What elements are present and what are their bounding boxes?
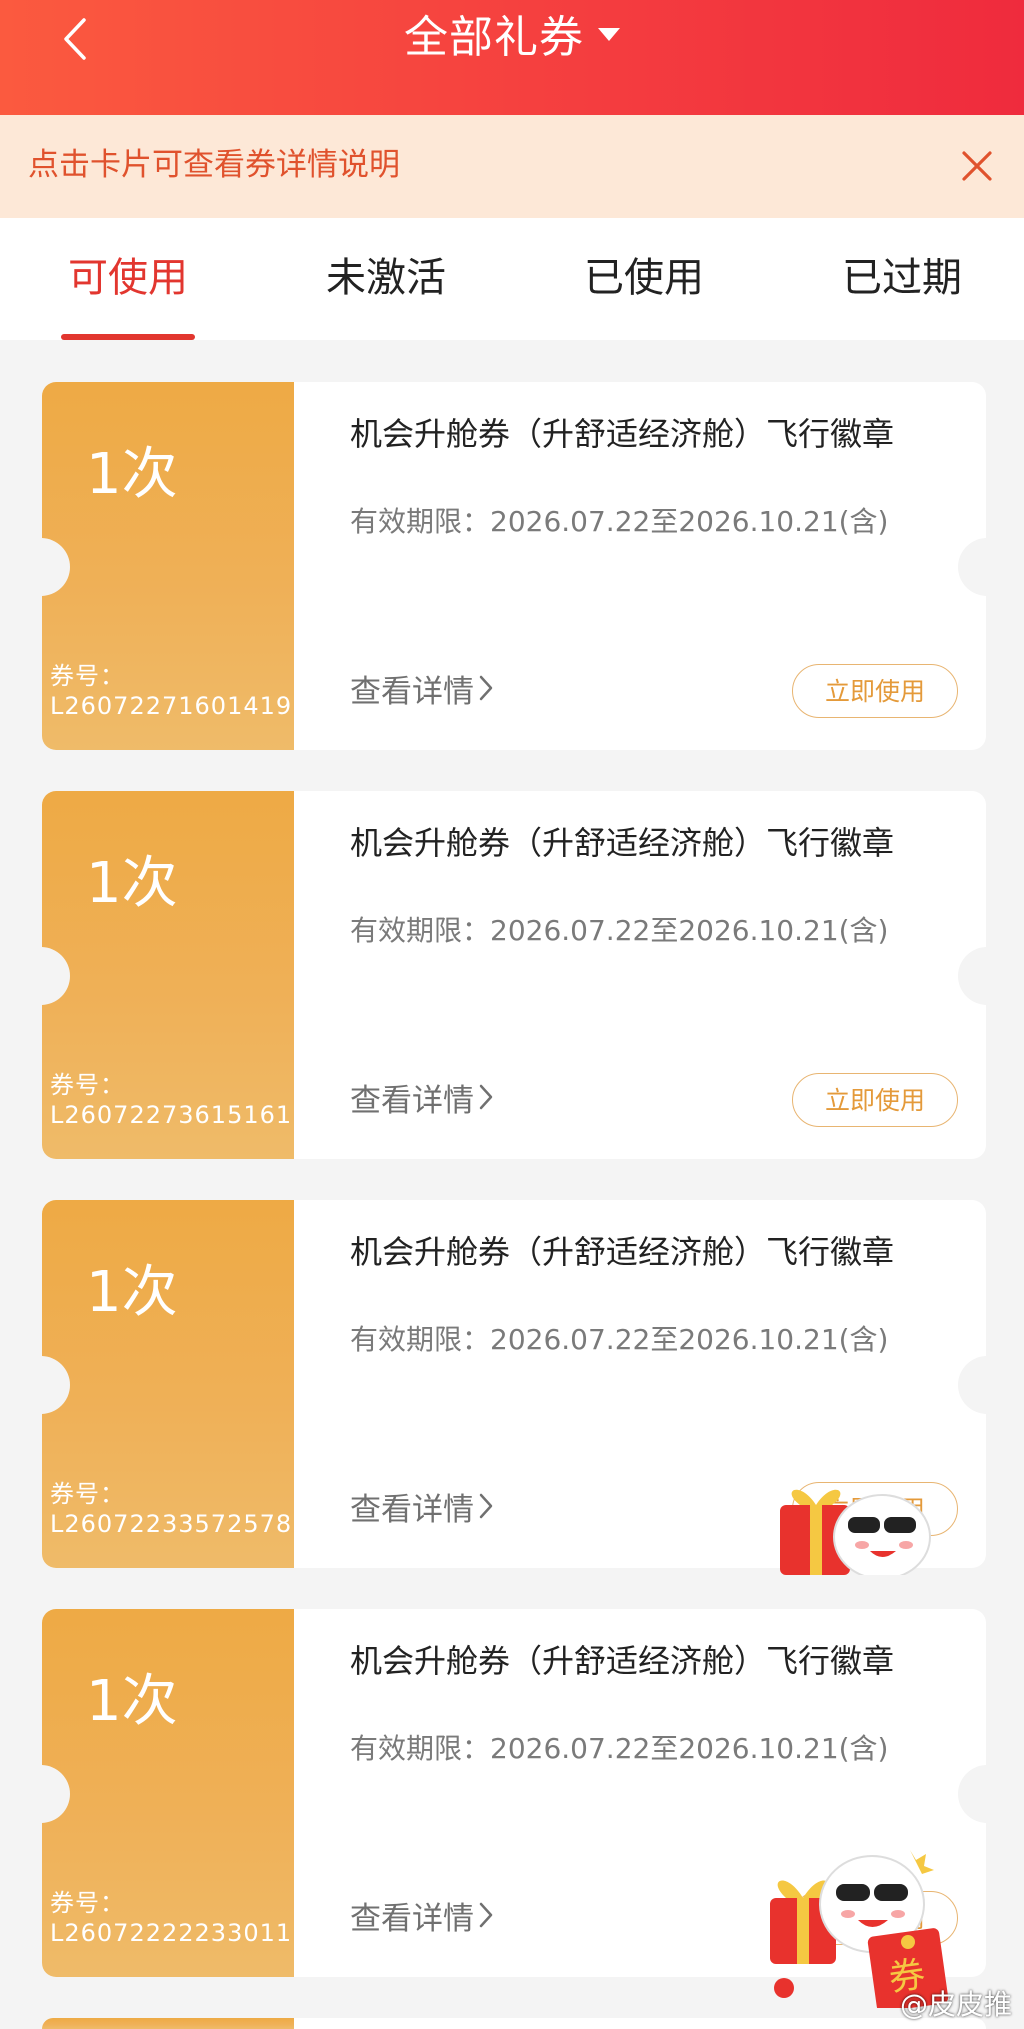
coupon-stub: 1次 券号： L26072233572578 xyxy=(42,1200,294,1568)
coupon-validity: 有效期限：2026.07.22至2026.10.21(含) xyxy=(350,505,889,538)
coupon-code: L26072233572578 xyxy=(50,1510,293,1538)
chevron-right-icon xyxy=(479,1084,493,1110)
ticket-notch xyxy=(958,947,986,1005)
use-now-button[interactable]: 立即使用 xyxy=(792,664,958,718)
close-icon[interactable] xyxy=(960,149,994,183)
view-details-link[interactable]: 查看详情 xyxy=(350,672,494,712)
view-details-link[interactable]: 查看详情 xyxy=(350,1490,494,1530)
coupon-card[interactable]: 1次 券号： L26072271601419 机会升舱券（升舒适经济舱）飞行徽章… xyxy=(42,382,986,750)
mascot-gift-icon[interactable] xyxy=(770,1475,950,1575)
notice-bar: 点击卡片可查看券详情说明 xyxy=(0,115,1024,218)
coupon-stub xyxy=(42,2018,294,2029)
chevron-right-icon xyxy=(479,1902,493,1928)
coupon-card-partial xyxy=(42,2018,986,2029)
coupon-name: 机会升舱券（升舒适经济舱）飞行徽章 xyxy=(350,1642,895,1680)
coupon-code: L26072273615161 xyxy=(50,1101,293,1129)
view-details-label: 查看详情 xyxy=(350,674,474,710)
view-details-link[interactable]: 查看详情 xyxy=(350,1899,494,1939)
coupon-code: L26072222233011 xyxy=(50,1919,293,1947)
tab-expired[interactable]: 已过期 xyxy=(802,250,1002,306)
coupon-code-label: 券号： xyxy=(50,1480,125,1508)
coupon-code-label: 券号： xyxy=(50,1071,125,1099)
status-tabs: 可使用 未激活 已使用 已过期 xyxy=(0,218,1024,340)
coupon-stub: 1次 券号： L26072222233011 xyxy=(42,1609,294,1977)
coupon-card[interactable]: 1次 券号： L26072273615161 机会升舱券（升舒适经济舱）飞行徽章… xyxy=(42,791,986,1159)
coupon-code: L26072271601419 xyxy=(50,692,293,720)
ticket-notch xyxy=(958,1356,986,1414)
tab-available[interactable]: 可使用 xyxy=(28,250,228,306)
ticket-notch xyxy=(958,1765,986,1823)
coupon-stub: 1次 券号： L26072273615161 xyxy=(42,791,294,1159)
coupon-times: 1次 xyxy=(86,1260,178,1325)
coupon-times: 1次 xyxy=(86,442,178,507)
coupon-times: 1次 xyxy=(86,851,178,916)
coupon-code-label: 券号： xyxy=(50,1889,125,1917)
watermark: @皮皮推 xyxy=(899,1988,1012,2021)
tab-inactive[interactable]: 未激活 xyxy=(286,250,486,306)
coupon-stub: 1次 券号： L26072271601419 xyxy=(42,382,294,750)
active-tab-indicator xyxy=(61,334,195,340)
page-title: 全部礼券 xyxy=(404,12,584,63)
coupon-name: 机会升舱券（升舒适经济舱）飞行徽章 xyxy=(350,1233,895,1271)
use-now-button[interactable]: 立即使用 xyxy=(792,1073,958,1127)
ticket-notch xyxy=(958,538,986,596)
tab-used[interactable]: 已使用 xyxy=(544,250,744,306)
view-details-label: 查看详情 xyxy=(350,1901,474,1937)
coupon-validity: 有效期限：2026.07.22至2026.10.21(含) xyxy=(350,1323,889,1356)
caret-down-icon xyxy=(598,27,620,41)
coupon-code-label: 券号： xyxy=(50,662,125,690)
coupon-name: 机会升舱券（升舒适经济舱）飞行徽章 xyxy=(350,415,895,453)
coupon-times: 1次 xyxy=(86,1669,178,1734)
view-details-label: 查看详情 xyxy=(350,1492,474,1528)
mascot-red-envelope-icon[interactable]: 券 xyxy=(760,1838,970,2008)
chevron-right-icon xyxy=(479,675,493,701)
chevron-right-icon xyxy=(479,1493,493,1519)
view-details-link[interactable]: 查看详情 xyxy=(350,1081,494,1121)
coupon-name: 机会升舱券（升舒适经济舱）飞行徽章 xyxy=(350,824,895,862)
view-details-label: 查看详情 xyxy=(350,1083,474,1119)
coupon-validity: 有效期限：2026.07.22至2026.10.21(含) xyxy=(350,914,889,947)
notice-text: 点击卡片可查看券详情说明 xyxy=(28,147,400,183)
coupon-validity: 有效期限：2026.07.22至2026.10.21(含) xyxy=(350,1732,889,1765)
title-dropdown[interactable]: 全部礼券 xyxy=(0,8,1024,68)
top-bar: 全部礼券 xyxy=(0,0,1024,115)
